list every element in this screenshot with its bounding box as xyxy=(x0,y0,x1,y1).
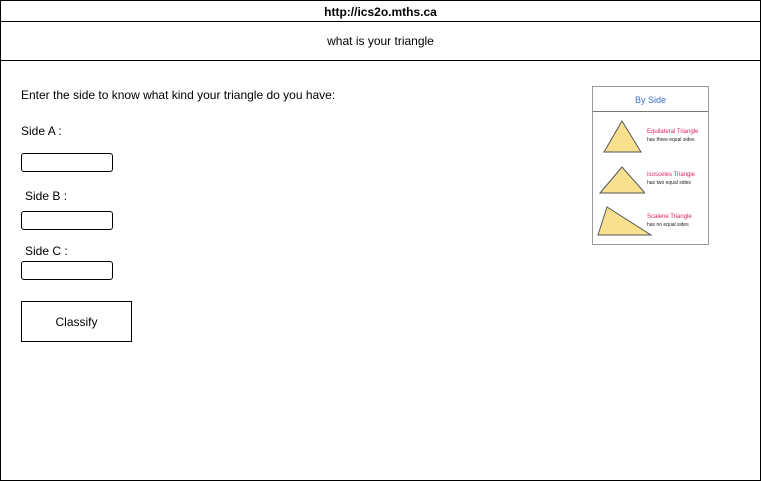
page-title: what is your triangle xyxy=(1,22,760,61)
reference-item-equilateral: Equilateral Triangle has three equal sid… xyxy=(593,117,708,157)
instructions-text: Enter the side to know what kind your tr… xyxy=(21,88,336,102)
url-bar[interactable]: http://ics2o.mths.ca xyxy=(1,1,760,22)
triangle-types-reference-image: By Side Equilateral Triangle has three e… xyxy=(592,86,709,245)
side-b-input[interactable] xyxy=(21,211,113,230)
side-a-label: Side A : xyxy=(21,124,62,138)
reference-item-isosceles: Isosceles Triangle has two equal sides xyxy=(593,162,708,202)
side-c-label: Side C : xyxy=(25,244,68,258)
scalene-triangle-icon xyxy=(597,206,653,236)
equilateral-triangle-icon xyxy=(603,120,642,153)
reference-name-isosceles: Isosceles Triangle xyxy=(647,172,696,178)
reference-name-scalene: Scalene Triangle xyxy=(647,214,692,220)
reference-desc-equilateral: has three equal sides xyxy=(647,137,695,143)
reference-desc-isosceles: has two equal sides xyxy=(647,180,691,186)
side-a-input[interactable] xyxy=(21,153,113,172)
side-b-label: Side B : xyxy=(25,189,68,203)
browser-window: http://ics2o.mths.ca what is your triang… xyxy=(0,0,761,481)
reference-item-scalene: Scalene Triangle has no equal sides xyxy=(593,202,708,242)
classify-button[interactable]: Classify xyxy=(21,301,132,342)
isosceles-triangle-icon xyxy=(598,166,645,194)
side-c-input[interactable] xyxy=(21,261,113,280)
reference-name-equilateral: Equilateral Triangle xyxy=(647,129,699,135)
reference-heading: By Side xyxy=(593,87,708,112)
reference-desc-scalene: has no equal sides xyxy=(647,222,689,228)
